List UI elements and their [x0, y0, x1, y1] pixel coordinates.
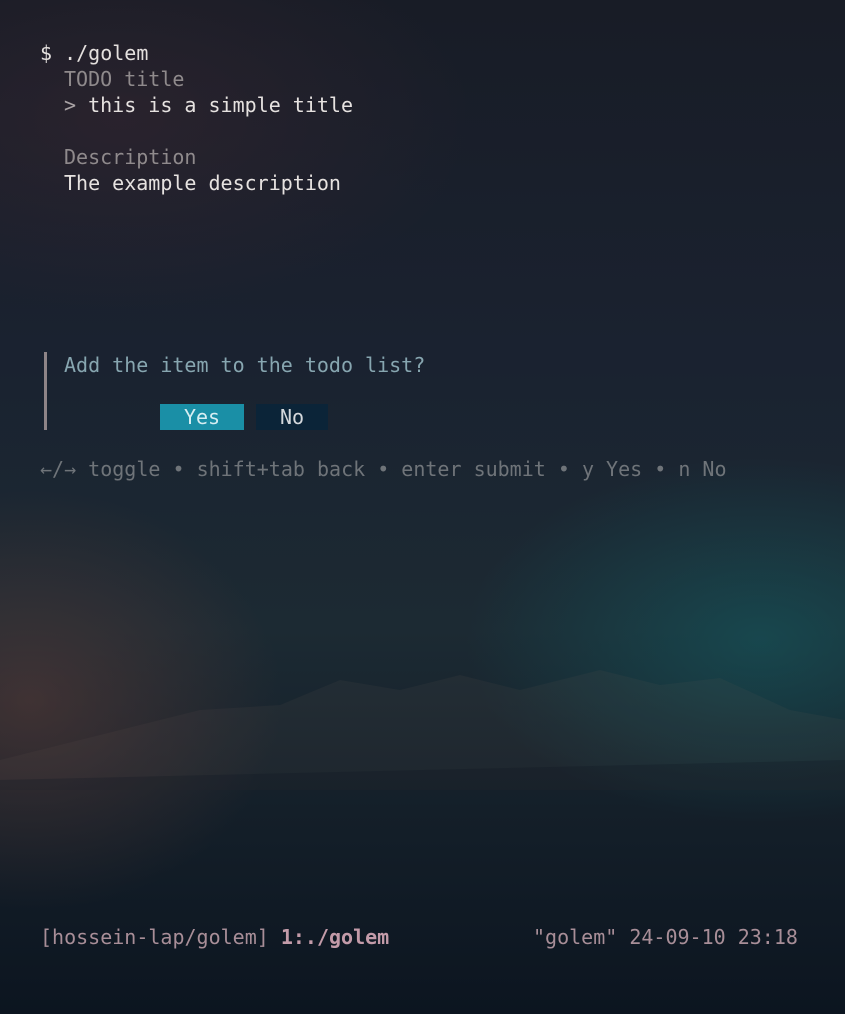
help-submit-label: submit: [473, 457, 546, 481]
help-yes-key: y: [581, 457, 594, 481]
tmux-status-right: "golem" 24-09-10 23:18: [533, 924, 798, 950]
prompt-symbol: $: [40, 41, 53, 65]
keybinding-help: ←/→ toggle • shift+tab back • enter subm…: [40, 456, 727, 482]
description-value[interactable]: The example description: [64, 170, 341, 196]
title-field-label: TODO title: [64, 67, 185, 91]
help-no-label: No: [702, 457, 727, 481]
confirm-question: Add the item to the todo list?: [64, 353, 426, 377]
help-toggle-label: toggle: [88, 457, 161, 481]
tmux-hostname: "golem": [533, 925, 618, 949]
toggle-arrows-icon: ←/→: [40, 457, 77, 481]
help-separator: •: [654, 457, 667, 481]
title-input[interactable]: > this is a simple title: [64, 92, 353, 118]
tmux-session-name[interactable]: [hossein-lap/golem]: [40, 925, 269, 949]
help-back-label: back: [316, 457, 366, 481]
description-field-label: Description: [64, 145, 197, 169]
terminal-window: $ ./golem TODO title > this is a simple …: [0, 0, 845, 1014]
shell-prompt: $ ./golem: [40, 40, 148, 66]
help-no-key: n: [678, 457, 691, 481]
shell-command: ./golem: [64, 41, 149, 65]
help-separator: •: [557, 457, 570, 481]
tmux-datetime: 24-09-10 23:18: [629, 925, 798, 949]
help-submit-key: enter: [401, 457, 462, 481]
yes-button[interactable]: Yes: [160, 404, 244, 430]
tmux-window-tab[interactable]: 1:./golem: [281, 925, 389, 949]
title-input-value: this is a simple title: [88, 93, 353, 117]
tmux-status-left: [hossein-lap/golem] 1:./golem: [40, 924, 389, 950]
help-separator: •: [172, 457, 185, 481]
input-caret-icon: >: [64, 93, 77, 117]
no-button[interactable]: No: [256, 404, 328, 430]
confirm-focus-bar: [44, 352, 47, 430]
help-yes-label: Yes: [606, 457, 643, 481]
help-back-key: shift+tab: [196, 457, 305, 481]
help-separator: •: [377, 457, 390, 481]
